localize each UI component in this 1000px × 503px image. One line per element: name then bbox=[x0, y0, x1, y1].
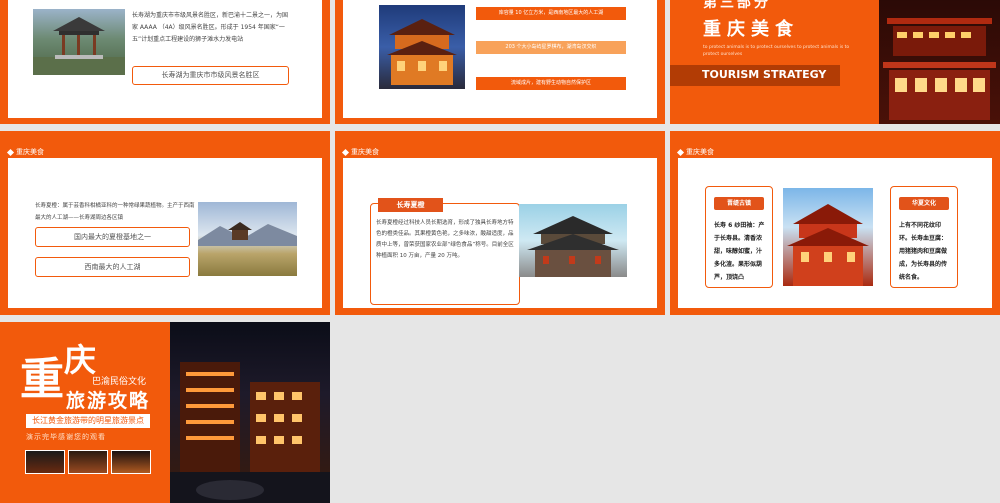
slide-1[interactable]: 长寿湖为重庆市市级风景名胜区，新巴渝十二景之一，为国家 AAAA （4A）级风景… bbox=[0, 0, 330, 124]
food-card-1-chip: 晋缇古镇 bbox=[714, 197, 764, 210]
food-card-1: 晋缇古镇 长寿 6 纱田袖：产于长寿县。清香浓甜，味醇如蜜，汁多化渣。果形似葫芦… bbox=[705, 186, 773, 288]
temple-lights-photo bbox=[879, 0, 1000, 124]
food-card-2-chip: 华夏文化 bbox=[899, 197, 949, 210]
diamond-icon bbox=[341, 148, 350, 156]
tourism-strategy-label: TOURISM STRATEGY bbox=[702, 68, 827, 81]
lake-label-box: 长寿湖为重庆市市级风景名胜区 bbox=[132, 66, 289, 85]
chip-changshou-orange: 长寿夏橙 bbox=[378, 198, 443, 212]
city-night-photo bbox=[170, 322, 330, 503]
slide-5-content: 长寿夏橙 长寿夏橙经过科技人员长期选育，形成了独具长寿地方特色的橙类佳品。其果橙… bbox=[343, 158, 657, 308]
slide-4-tag: 重庆美食 bbox=[6, 147, 44, 157]
thumbnail-3 bbox=[111, 450, 151, 474]
stat-bar-2: 203 个大小岛屿星罗棋布，湖湾岛汊交织 bbox=[476, 41, 626, 54]
section-subtitle: to protect animals is to protect ourselv… bbox=[703, 45, 850, 57]
food-card-2: 华夏文化 上有不同花纹印环。长寿血豆腐：用猪猪肉和豆腐做成，为长寿县的传统名食。 bbox=[890, 186, 958, 288]
red-temple-photo bbox=[783, 188, 873, 286]
slide-6[interactable]: 重庆美食 晋缇古镇 长寿 6 纱田袖：产于长寿县。清香浓甜，味醇如蜜，汁多化渣。… bbox=[670, 131, 1000, 315]
slide-4[interactable]: 重庆美食 长寿夏橙：属于芸香科柑橘亚科的一种常绿果蔬植物。主产于西南最大的人工湖… bbox=[0, 131, 330, 315]
slide-5[interactable]: 重庆美食 长寿夏橙 长寿夏橙经过科技人员长期选育，形成了独具长寿地方特色的橙类佳… bbox=[335, 131, 665, 315]
section-title: 重庆美食 bbox=[703, 19, 799, 40]
thumbnail-2 bbox=[68, 450, 108, 474]
food-card-2-text: 上有不同花纹印环。长寿血豆腐：用猪猪肉和豆腐做成，为长寿县的传统名食。 bbox=[899, 222, 948, 281]
slide-7[interactable]: 重 庆 巴渝民俗文化 旅游攻略 长江黄金旅游带的明星旅游景点 演示完毕感谢您的观… bbox=[0, 322, 330, 503]
slide-2[interactable]: 库容量 10 亿立方米，是西南地区最大的人工湖 203 个大小岛屿星罗棋布，湖湾… bbox=[335, 0, 665, 124]
food-card-1-text: 长寿 6 纱田袖：产于长寿县。清香浓甜，味醇如蜜，汁多化渣。果形似葫芦，顶饶凸 bbox=[714, 222, 765, 281]
orange-quality-paragraph: 长寿夏橙经过科技人员长期选育，形成了独具长寿地方特色的橙类佳品。其果橙黄色艳，之… bbox=[376, 220, 514, 259]
slide-6-tag: 重庆美食 bbox=[676, 147, 714, 157]
part-label: 第三部分 bbox=[703, 0, 771, 11]
cover-title: 旅游攻略 bbox=[66, 390, 151, 412]
slide-6-content: 晋缇古镇 长寿 6 纱田袖：产于长寿县。清香浓甜，味醇如蜜，汁多化渣。果形似葫芦… bbox=[678, 158, 992, 308]
stat-bar-1: 库容量 10 亿立方米，是西南地区最大的人工湖 bbox=[476, 7, 626, 20]
slide-5-tag: 重庆美食 bbox=[341, 147, 379, 157]
lake-temple-photo bbox=[198, 202, 297, 276]
slide-3[interactable]: 第三部分 重庆美食 to protect animals is to prote… bbox=[670, 0, 1000, 124]
slide-2-content: 库容量 10 亿立方米，是西南地区最大的人工湖 203 个大小岛屿星罗棋布，湖湾… bbox=[343, 0, 657, 118]
cover-big-char-1: 重 bbox=[20, 354, 64, 405]
stat-bar-3: 流域成片，建有野生动物自然保护区 bbox=[476, 77, 626, 90]
orange-box-2: 西南最大的人工湖 bbox=[35, 257, 190, 277]
slide-4-content: 长寿夏橙：属于芸香科柑橘亚科的一种常绿果蔬植物。主产于西南最大的人工湖——长寿湖… bbox=[8, 158, 322, 308]
thumbnail-1 bbox=[25, 450, 65, 474]
diamond-icon bbox=[6, 148, 15, 156]
diamond-icon bbox=[676, 148, 685, 156]
cover-banner: 长江黄金旅游带的明星旅游景点 bbox=[26, 414, 150, 428]
cover-subtitle: 演示完毕感谢您的观看 bbox=[26, 433, 106, 441]
slide-1-content: 长寿湖为重庆市市级风景名胜区，新巴渝十二景之一，为国家 AAAA （4A）级风景… bbox=[8, 0, 322, 118]
cover-big-char-2: 庆 bbox=[64, 341, 97, 379]
orange-box-1: 国内最大的夏橙基地之一 bbox=[35, 227, 190, 247]
lake-paragraph: 长寿湖为重庆市市级风景名胜区，新巴渝十二景之一，为国家 AAAA （4A）级风景… bbox=[132, 12, 289, 43]
ancient-building-photo bbox=[519, 204, 627, 277]
pavilion-photo bbox=[33, 9, 125, 75]
temple-night-photo bbox=[379, 5, 465, 89]
orange-paragraph: 长寿夏橙：属于芸香科柑橘亚科的一种常绿果蔬植物。主产于西南最大的人工湖——长寿湖… bbox=[35, 203, 195, 221]
